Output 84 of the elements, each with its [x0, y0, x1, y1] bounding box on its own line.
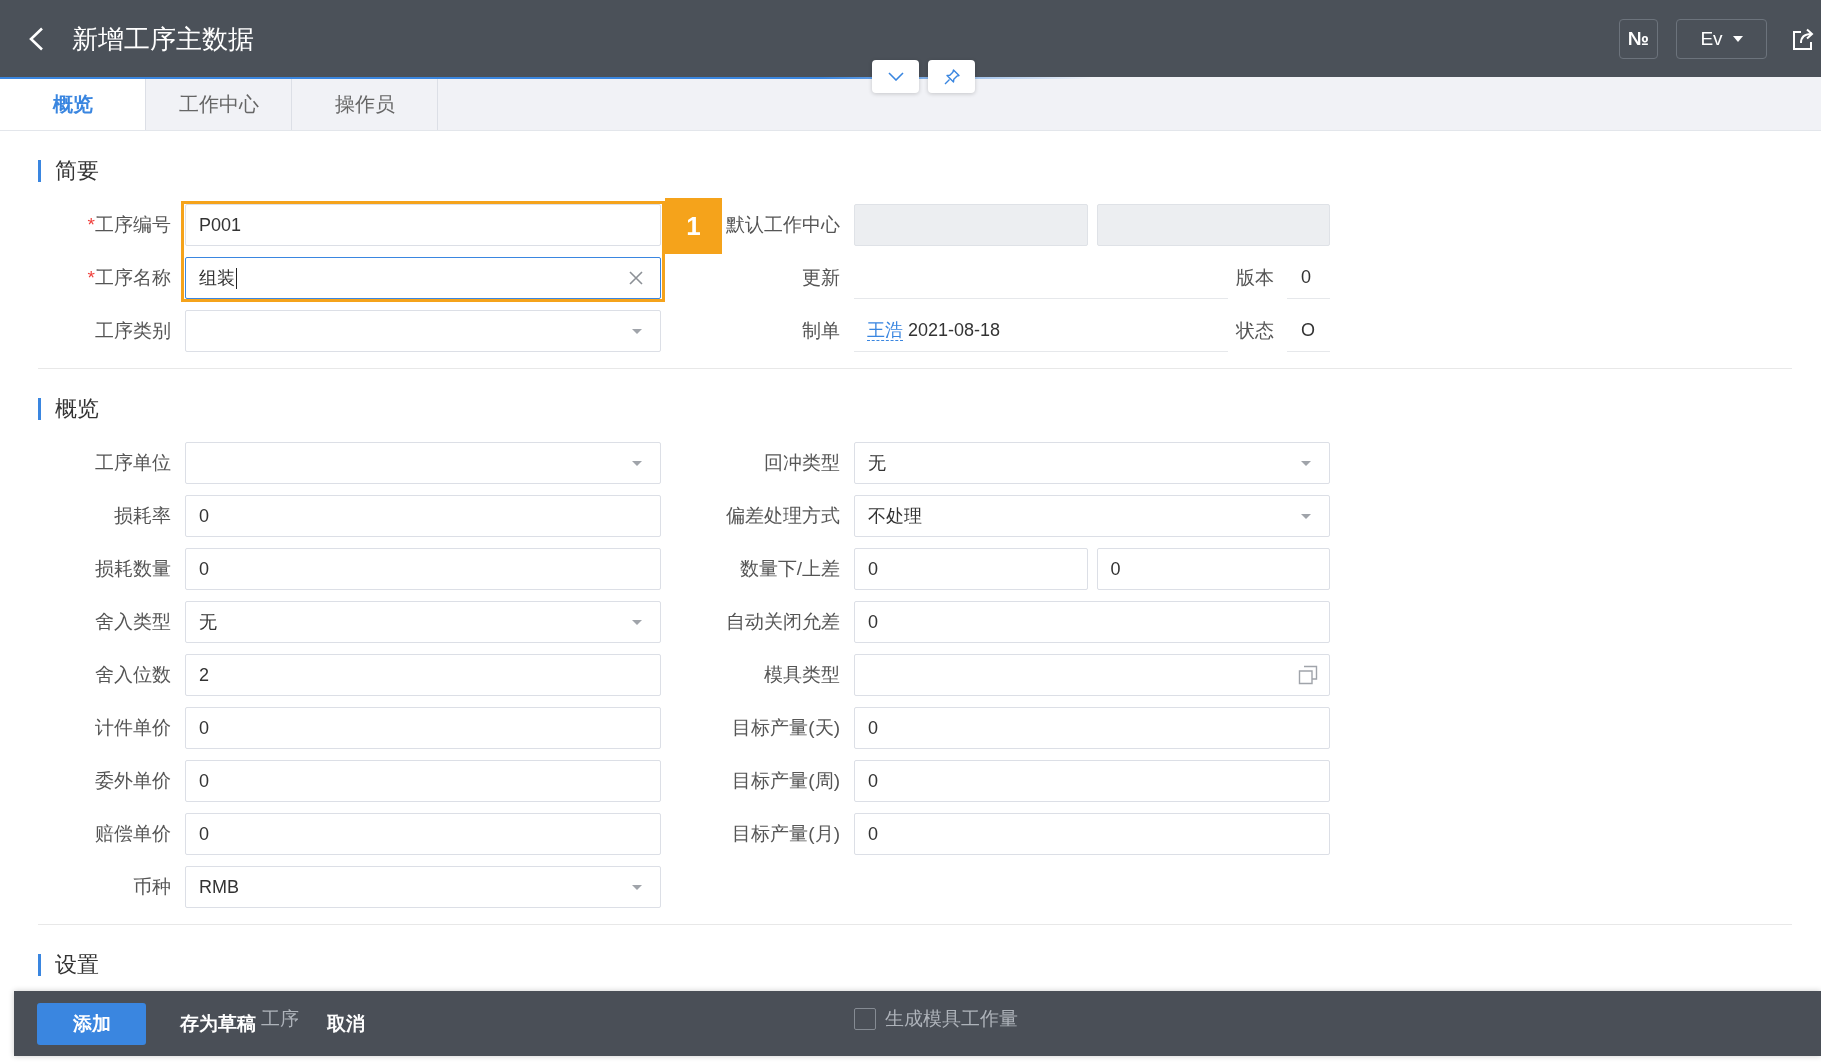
- field-label: 制单: [802, 319, 840, 343]
- field-label: 默认工作中心: [726, 213, 840, 237]
- user-link[interactable]: 王浩: [867, 320, 903, 341]
- field-label: 更新: [802, 266, 840, 290]
- callout-badge: 1: [665, 198, 722, 254]
- field-label: 损耗数量: [95, 557, 171, 581]
- select-field[interactable]: [185, 310, 661, 352]
- share-icon: [1792, 26, 1814, 51]
- caret-down-icon: [632, 460, 642, 466]
- field-label: 计件单价: [95, 716, 171, 740]
- select-field[interactable]: [185, 442, 661, 484]
- required-mark: *: [87, 267, 95, 289]
- readonly-field: O: [1287, 310, 1330, 352]
- field-label: 工序编号: [95, 213, 171, 237]
- caret-down-icon: [1301, 460, 1311, 466]
- text-cursor-icon: [236, 267, 237, 289]
- caret-down-icon: [632, 328, 642, 334]
- input-field[interactable]: 0: [185, 548, 661, 590]
- tab[interactable]: 操作员: [292, 79, 438, 130]
- field-label: 目标产量(周): [732, 769, 840, 793]
- required-mark: *: [87, 214, 95, 236]
- input-field[interactable]: 0: [1096, 548, 1330, 590]
- created-date: 2021-08-18: [908, 320, 1001, 341]
- caret-down-icon: [1301, 513, 1311, 519]
- field-label: 目标产量(月): [732, 822, 840, 846]
- collapse-button[interactable]: [872, 60, 919, 93]
- section-heading: 概览: [38, 398, 99, 420]
- field-label: 版本: [1235, 266, 1274, 290]
- input-field[interactable]: 组装: [185, 257, 661, 299]
- select-field[interactable]: 无: [185, 601, 661, 643]
- tab[interactable]: 概览: [0, 79, 146, 130]
- field-label: 工序类别: [95, 319, 171, 343]
- field-label: 偏差处理方式: [726, 504, 840, 528]
- section-heading: 简要: [38, 160, 99, 182]
- input-field[interactable]: 0: [185, 813, 661, 855]
- field-label: 自动关闭允差: [726, 610, 840, 634]
- page-title: 新增工序主数据: [72, 22, 254, 55]
- pin-button[interactable]: [928, 60, 975, 93]
- field-label: 舍入位数: [95, 663, 171, 687]
- pin-icon: [943, 68, 960, 85]
- input-field[interactable]: 0: [185, 760, 661, 802]
- dropdown-button[interactable]: Ev: [1676, 18, 1767, 59]
- section-heading: 设置: [38, 954, 99, 976]
- field-label: 币种: [133, 875, 171, 899]
- field-label: 模具类型: [764, 663, 840, 687]
- select-field[interactable]: 不处理: [854, 495, 1330, 537]
- input-field[interactable]: P001: [185, 204, 661, 246]
- field-label: 工序名称: [95, 266, 171, 290]
- caret-down-icon: [1732, 35, 1743, 42]
- field-label: 委外单价: [95, 769, 171, 793]
- text-button[interactable]: 取消: [327, 1002, 365, 1045]
- field-label: 回冲类型: [764, 451, 840, 475]
- input-field[interactable]: 0: [185, 707, 661, 749]
- input-field[interactable]: 0: [854, 813, 1330, 855]
- input-field[interactable]: 0: [854, 601, 1330, 643]
- field-label: 损耗率: [114, 504, 171, 528]
- chevron-down-icon: [887, 72, 904, 81]
- field-label: 目标产量(天): [732, 716, 840, 740]
- input-field[interactable]: 0: [854, 707, 1330, 749]
- field-label: 舍入类型: [95, 610, 171, 634]
- field-label: 赔偿单价: [95, 822, 171, 846]
- input-field[interactable]: 0: [854, 548, 1088, 590]
- close-icon[interactable]: [629, 271, 643, 285]
- caret-down-icon: [632, 619, 642, 625]
- select-field[interactable]: 无: [854, 442, 1330, 484]
- tab[interactable]: 工作中心: [146, 79, 292, 130]
- field-label: 状态: [1235, 319, 1274, 343]
- select-field[interactable]: RMB: [185, 866, 661, 908]
- field-label: 工序单位: [95, 451, 171, 475]
- readonly-field: 0: [1287, 257, 1330, 299]
- add-button[interactable]: 添加: [37, 1002, 146, 1045]
- checkbox-label: 工序: [261, 1007, 299, 1031]
- text-button[interactable]: 存为草稿: [180, 1002, 256, 1045]
- input-field[interactable]: 0: [185, 495, 661, 537]
- copy-icon[interactable]: [1298, 665, 1318, 685]
- checkbox-label: 生成模具工作量: [885, 1007, 1018, 1031]
- field-label: 数量下/上差: [739, 557, 840, 581]
- input-field[interactable]: 2: [185, 654, 661, 696]
- numbering-button[interactable]: №: [1619, 18, 1658, 59]
- caret-down-icon: [632, 884, 642, 890]
- lookup-field[interactable]: [854, 654, 1330, 696]
- input-field[interactable]: 0: [854, 760, 1330, 802]
- share-button[interactable]: [1792, 26, 1814, 51]
- chevron-left-icon: [28, 26, 44, 51]
